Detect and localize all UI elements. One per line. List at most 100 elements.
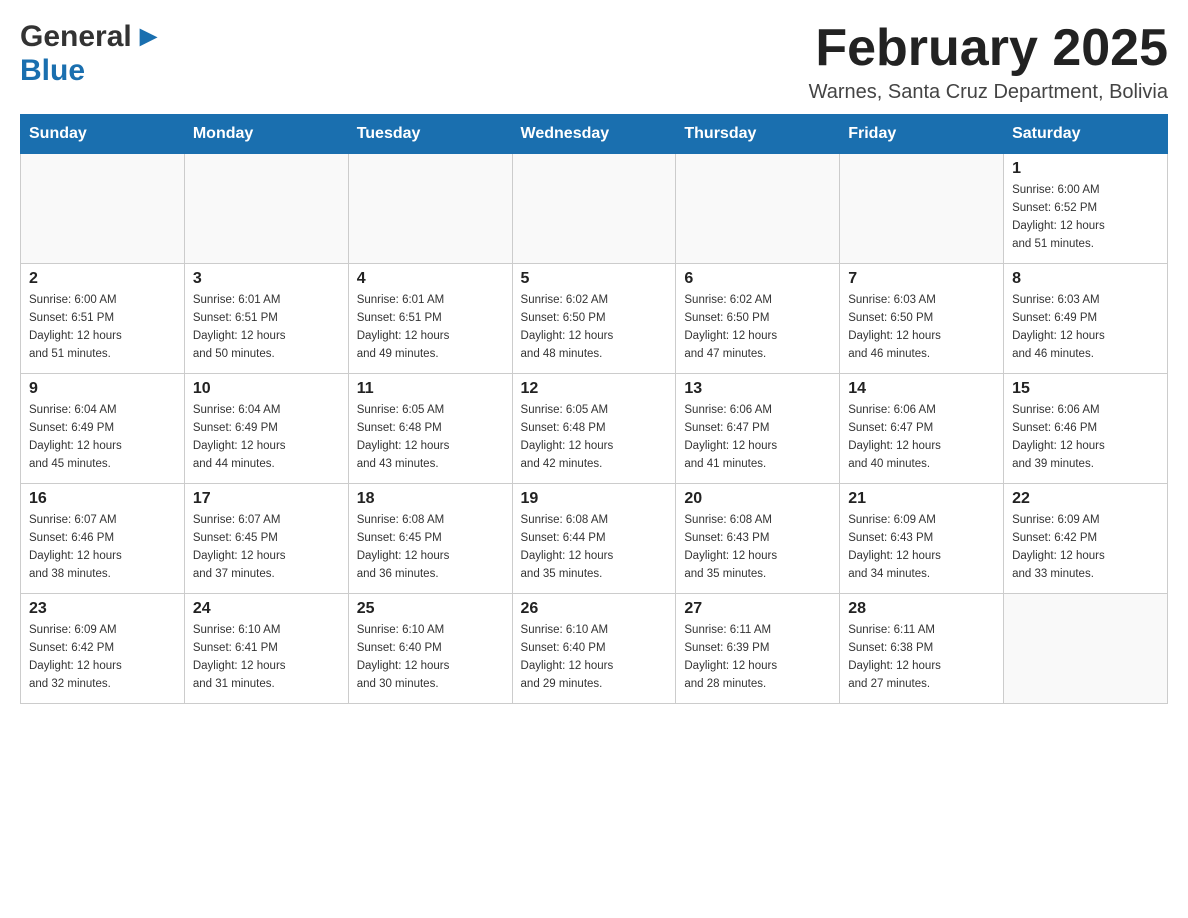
calendar-cell: 19 Sunrise: 6:08 AM Sunset: 6:44 PM Dayli…: [512, 484, 676, 594]
calendar-cell: 6 Sunrise: 6:02 AM Sunset: 6:50 PM Daylig…: [676, 264, 840, 374]
calendar-week-3: 9Sunrise: 6:04 AM Sunset: 6:49 PM Daylig…: [21, 374, 1168, 484]
location-subtitle: Warnes, Santa Cruz Department, Bolivia: [809, 81, 1168, 104]
calendar-cell: 8Sunrise: 6:03 AM Sunset: 6:49 PM Daylig…: [1004, 264, 1168, 374]
calendar-cell: 14 Sunrise: 6:06 AM Sunset: 6:47 PM Dayli…: [840, 374, 1004, 484]
logo-triangle-icon: ►: [134, 20, 164, 54]
logo: General ► Blue: [20, 20, 163, 88]
day-number: 16: [29, 490, 176, 508]
day-info: Sunrise: 6:05 AM Sunset: 6:48 PM Dayligh…: [521, 402, 668, 473]
day-number: 26: [521, 600, 668, 618]
day-info: Sunrise: 6:01 AM Sunset: 6:51 PM Dayligh…: [357, 292, 504, 363]
day-number: 20: [684, 490, 831, 508]
day-info: Sunrise: 6:10 AM Sunset: 6:40 PM Dayligh…: [521, 622, 668, 693]
calendar-cell: 12 Sunrise: 6:05 AM Sunset: 6:48 PM Dayli…: [512, 374, 676, 484]
day-info: Sunrise: 6:03 AM Sunset: 6:50 PM Dayligh…: [848, 292, 995, 363]
day-number: 7: [848, 270, 995, 288]
header-tuesday: Tuesday: [348, 115, 512, 154]
day-info: Sunrise: 6:00 AM Sunset: 6:51 PM Dayligh…: [29, 292, 176, 363]
logo-general: General: [20, 20, 132, 54]
day-info: Sunrise: 6:01 AM Sunset: 6:51 PM Dayligh…: [193, 292, 340, 363]
calendar-cell: 26 Sunrise: 6:10 AM Sunset: 6:40 PM Dayli…: [512, 594, 676, 704]
calendar-cell: 7 Sunrise: 6:03 AM Sunset: 6:50 PM Daylig…: [840, 264, 1004, 374]
calendar-cell: 3 Sunrise: 6:01 AM Sunset: 6:51 PM Daylig…: [184, 264, 348, 374]
day-number: 2: [29, 270, 176, 288]
header-wednesday: Wednesday: [512, 115, 676, 154]
calendar-cell: 22 Sunrise: 6:09 AM Sunset: 6:42 PM Dayli…: [1004, 484, 1168, 594]
calendar-week-1: 1Sunrise: 6:00 AM Sunset: 6:52 PM Daylig…: [21, 154, 1168, 264]
day-number: 14: [848, 380, 995, 398]
day-number: 15: [1012, 380, 1159, 398]
day-info: Sunrise: 6:03 AM Sunset: 6:49 PM Dayligh…: [1012, 292, 1159, 363]
day-info: Sunrise: 6:09 AM Sunset: 6:43 PM Dayligh…: [848, 512, 995, 583]
day-info: Sunrise: 6:02 AM Sunset: 6:50 PM Dayligh…: [684, 292, 831, 363]
header-friday: Friday: [840, 115, 1004, 154]
day-number: 21: [848, 490, 995, 508]
calendar-cell: 11 Sunrise: 6:05 AM Sunset: 6:48 PM Dayli…: [348, 374, 512, 484]
day-info: Sunrise: 6:11 AM Sunset: 6:39 PM Dayligh…: [684, 622, 831, 693]
day-info: Sunrise: 6:08 AM Sunset: 6:44 PM Dayligh…: [521, 512, 668, 583]
day-number: 10: [193, 380, 340, 398]
calendar-cell: [348, 154, 512, 264]
calendar-cell: 2 Sunrise: 6:00 AM Sunset: 6:51 PM Daylig…: [21, 264, 185, 374]
day-number: 6: [684, 270, 831, 288]
day-info: Sunrise: 6:00 AM Sunset: 6:52 PM Dayligh…: [1012, 182, 1159, 253]
calendar-week-2: 2 Sunrise: 6:00 AM Sunset: 6:51 PM Daylig…: [21, 264, 1168, 374]
calendar-cell: 5 Sunrise: 6:02 AM Sunset: 6:50 PM Daylig…: [512, 264, 676, 374]
day-number: 17: [193, 490, 340, 508]
day-info: Sunrise: 6:08 AM Sunset: 6:43 PM Dayligh…: [684, 512, 831, 583]
day-info: Sunrise: 6:09 AM Sunset: 6:42 PM Dayligh…: [1012, 512, 1159, 583]
day-info: Sunrise: 6:08 AM Sunset: 6:45 PM Dayligh…: [357, 512, 504, 583]
calendar-cell: 21 Sunrise: 6:09 AM Sunset: 6:43 PM Dayli…: [840, 484, 1004, 594]
day-info: Sunrise: 6:02 AM Sunset: 6:50 PM Dayligh…: [521, 292, 668, 363]
day-info: Sunrise: 6:07 AM Sunset: 6:45 PM Dayligh…: [193, 512, 340, 583]
calendar-cell: 24 Sunrise: 6:10 AM Sunset: 6:41 PM Dayli…: [184, 594, 348, 704]
day-number: 27: [684, 600, 831, 618]
page-header: General ► Blue February 2025 Warnes, San…: [20, 20, 1168, 104]
calendar-cell: 27 Sunrise: 6:11 AM Sunset: 6:39 PM Dayli…: [676, 594, 840, 704]
day-info: Sunrise: 6:06 AM Sunset: 6:47 PM Dayligh…: [684, 402, 831, 473]
day-number: 24: [193, 600, 340, 618]
day-info: Sunrise: 6:04 AM Sunset: 6:49 PM Dayligh…: [29, 402, 176, 473]
weekday-header-row: Sunday Monday Tuesday Wednesday Thursday…: [21, 115, 1168, 154]
calendar-cell: 18 Sunrise: 6:08 AM Sunset: 6:45 PM Dayli…: [348, 484, 512, 594]
day-info: Sunrise: 6:10 AM Sunset: 6:40 PM Dayligh…: [357, 622, 504, 693]
calendar-cell: [184, 154, 348, 264]
day-info: Sunrise: 6:10 AM Sunset: 6:41 PM Dayligh…: [193, 622, 340, 693]
calendar-cell: [840, 154, 1004, 264]
logo-blue: Blue: [20, 54, 85, 87]
calendar-cell: 1Sunrise: 6:00 AM Sunset: 6:52 PM Daylig…: [1004, 154, 1168, 264]
day-number: 22: [1012, 490, 1159, 508]
day-info: Sunrise: 6:06 AM Sunset: 6:46 PM Dayligh…: [1012, 402, 1159, 473]
day-info: Sunrise: 6:09 AM Sunset: 6:42 PM Dayligh…: [29, 622, 176, 693]
day-number: 12: [521, 380, 668, 398]
calendar-cell: 15 Sunrise: 6:06 AM Sunset: 6:46 PM Dayli…: [1004, 374, 1168, 484]
day-info: Sunrise: 6:04 AM Sunset: 6:49 PM Dayligh…: [193, 402, 340, 473]
day-info: Sunrise: 6:07 AM Sunset: 6:46 PM Dayligh…: [29, 512, 176, 583]
title-area: February 2025 Warnes, Santa Cruz Departm…: [809, 20, 1168, 104]
calendar-cell: 17 Sunrise: 6:07 AM Sunset: 6:45 PM Dayli…: [184, 484, 348, 594]
day-number: 11: [357, 380, 504, 398]
calendar-week-4: 16 Sunrise: 6:07 AM Sunset: 6:46 PM Dayli…: [21, 484, 1168, 594]
header-monday: Monday: [184, 115, 348, 154]
header-thursday: Thursday: [676, 115, 840, 154]
month-title: February 2025: [809, 20, 1168, 77]
day-number: 19: [521, 490, 668, 508]
day-number: 5: [521, 270, 668, 288]
day-number: 13: [684, 380, 831, 398]
calendar-cell: [21, 154, 185, 264]
day-info: Sunrise: 6:05 AM Sunset: 6:48 PM Dayligh…: [357, 402, 504, 473]
calendar-cell: 13 Sunrise: 6:06 AM Sunset: 6:47 PM Dayli…: [676, 374, 840, 484]
day-number: 28: [848, 600, 995, 618]
calendar-cell: 23Sunrise: 6:09 AM Sunset: 6:42 PM Dayli…: [21, 594, 185, 704]
calendar-cell: 10 Sunrise: 6:04 AM Sunset: 6:49 PM Dayli…: [184, 374, 348, 484]
calendar-cell: 25 Sunrise: 6:10 AM Sunset: 6:40 PM Dayli…: [348, 594, 512, 704]
day-number: 3: [193, 270, 340, 288]
calendar-week-5: 23Sunrise: 6:09 AM Sunset: 6:42 PM Dayli…: [21, 594, 1168, 704]
header-sunday: Sunday: [21, 115, 185, 154]
day-number: 18: [357, 490, 504, 508]
calendar-cell: 20 Sunrise: 6:08 AM Sunset: 6:43 PM Dayli…: [676, 484, 840, 594]
day-number: 25: [357, 600, 504, 618]
calendar-cell: [676, 154, 840, 264]
day-info: Sunrise: 6:06 AM Sunset: 6:47 PM Dayligh…: [848, 402, 995, 473]
calendar-cell: [512, 154, 676, 264]
